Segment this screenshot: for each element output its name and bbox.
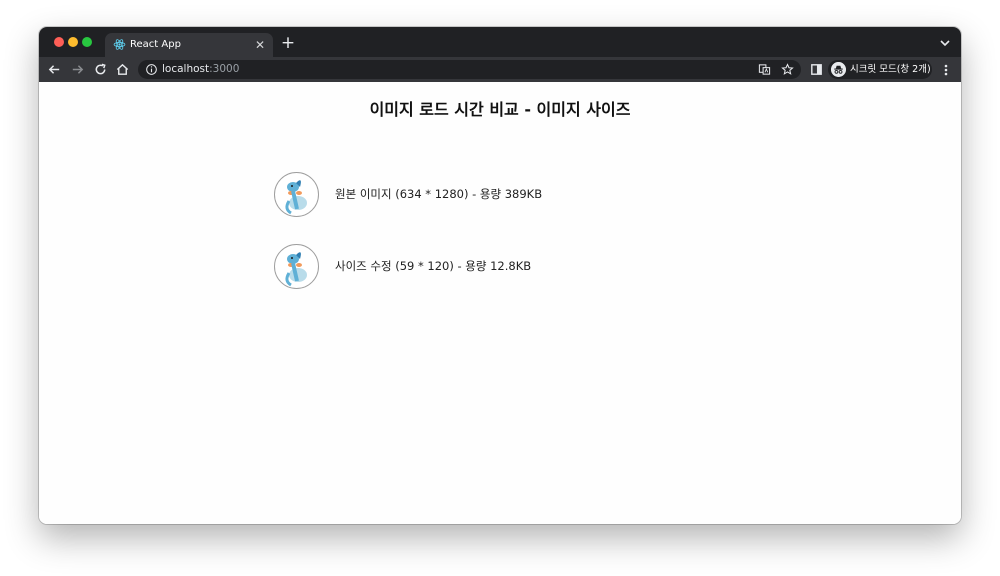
maximize-window-button[interactable] xyxy=(82,37,92,47)
more-menu-icon[interactable] xyxy=(941,63,951,77)
url-host: localhost xyxy=(162,63,210,75)
incognito-icon xyxy=(831,62,846,77)
url-port: :3000 xyxy=(209,63,240,75)
tab-title: React App xyxy=(130,39,181,50)
address-bar[interactable]: localhost:3000 xyxy=(138,60,801,79)
minimize-window-button[interactable] xyxy=(68,37,78,47)
mudkip-thumbnail xyxy=(274,244,319,289)
side-panel-icon[interactable] xyxy=(809,62,824,77)
browser-toolbar: localhost:3000 시크릿 모드(창 2개) xyxy=(39,57,961,82)
browser-window: React App ✕ + localhost:3000 시크릿 모드(창 2개… xyxy=(39,27,961,524)
mudkip-thumbnail xyxy=(274,172,319,217)
image-caption: 사이즈 수정 (59 * 120) - 용량 12.8KB xyxy=(335,259,532,273)
page-title: 이미지 로드 시간 비교 - 이미지 사이즈 xyxy=(369,100,631,119)
page-content: 이미지 로드 시간 비교 - 이미지 사이즈 원본 이미지 (634 * 128… xyxy=(39,82,961,524)
title-bar: React App ✕ + xyxy=(39,27,961,57)
url-text: localhost:3000 xyxy=(162,63,239,76)
image-list-item: 원본 이미지 (634 * 1280) - 용량 389KB xyxy=(274,172,694,218)
tab-search-chevron-icon[interactable] xyxy=(939,37,951,49)
image-list-item: 사이즈 수정 (59 * 120) - 용량 12.8KB xyxy=(274,244,694,290)
translate-icon[interactable] xyxy=(758,63,771,76)
profile-label: 시크릿 모드(창 2개) xyxy=(850,64,931,75)
image-caption: 원본 이미지 (634 * 1280) - 용량 389KB xyxy=(335,187,543,201)
new-tab-button[interactable]: + xyxy=(280,35,296,52)
incognito-profile-button[interactable]: 시크릿 모드(창 2개) xyxy=(828,60,932,79)
tab-close-icon[interactable]: ✕ xyxy=(253,38,267,52)
home-icon[interactable] xyxy=(115,62,130,77)
reload-icon[interactable] xyxy=(93,62,108,77)
close-window-button[interactable] xyxy=(54,37,64,47)
react-logo-icon xyxy=(113,39,126,50)
tab-react-app[interactable]: React App ✕ xyxy=(105,33,273,57)
forward-arrow-icon[interactable] xyxy=(70,62,85,77)
site-info-icon[interactable] xyxy=(145,63,158,76)
bookmark-star-icon[interactable] xyxy=(781,63,794,76)
back-arrow-icon[interactable] xyxy=(47,62,62,77)
